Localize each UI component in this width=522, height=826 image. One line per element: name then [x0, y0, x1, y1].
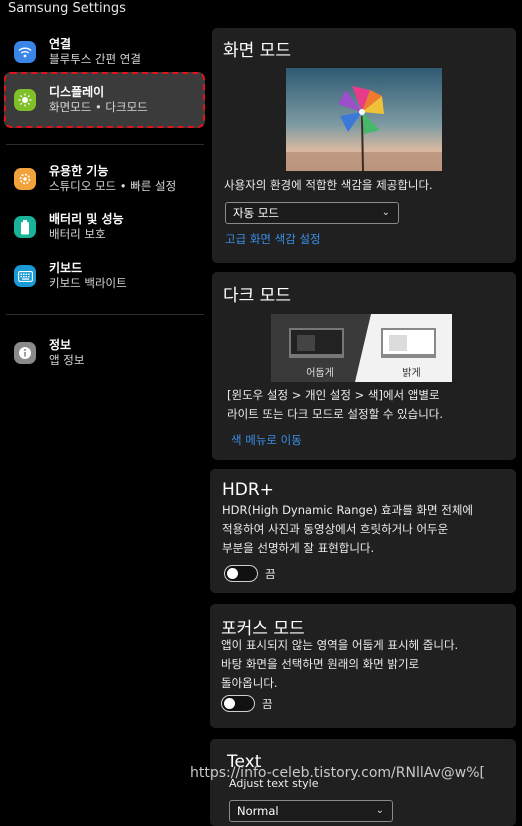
sidebar-item-title: 키보드 [49, 261, 83, 275]
sidebar-item-connection[interactable]: 연결 블루투스 간편 연결 [14, 30, 204, 74]
hdr-description-line3: 부분을 선명하게 잘 표현합니다. [222, 541, 375, 555]
screen-mode-panel: 화면 모드 사용자의 환경에 적합한 색감을 제공합니다. 자동 모드 ⌄ 고급… [212, 28, 516, 263]
screen-mode-title: 화면 모드 [223, 41, 291, 61]
keyboard-icon [14, 265, 36, 287]
screen-mode-description: 사용자의 환경에 적합한 색감을 제공합니다. [224, 178, 433, 192]
sidebar-item-title: 배터리 및 성능 [49, 212, 124, 226]
sidebar-item-subtitle: 앱 정보 [49, 353, 85, 367]
dark-mode-title: 다크 모드 [223, 286, 291, 306]
dark-mode-panel: 다크 모드 어둡게 밝게 [윈도우 설정 > 개인 설정 > 색]에서 앱별로 … [212, 272, 516, 460]
sidebar-item-subtitle: 배터리 보호 [49, 227, 106, 241]
hdr-toggle-state: 끔 [265, 567, 276, 581]
sidebar-item-subtitle: 블루투스 간편 연결 [49, 52, 141, 66]
sidebar-item-display[interactable]: 디스플레이 화면모드 • 다크모드 [14, 78, 204, 122]
light-theme-option[interactable]: 밝게 [355, 314, 452, 382]
dark-mode-description-line1: [윈도우 설정 > 개인 설정 > 색]에서 앱별로 [227, 388, 440, 402]
focus-description-line3: 돌아옵니다. [221, 676, 278, 690]
light-theme-label: 밝게 [402, 368, 421, 379]
sidebar-item-keyboard[interactable]: 키보드 키보드 백라이트 [14, 254, 204, 298]
advanced-color-settings-link[interactable]: 고급 화면 색감 설정 [225, 231, 321, 247]
sidebar-divider [6, 144, 204, 145]
sidebar-item-useful-features[interactable]: 유용한 기능 스튜디오 모드 • 빠른 설정 [14, 157, 204, 201]
wifi-icon [14, 41, 36, 63]
sidebar-item-title: 정보 [49, 338, 72, 352]
screen-mode-preview-image [286, 68, 442, 171]
color-menu-link[interactable]: 색 메뉴로 이동 [231, 432, 302, 448]
sidebar-item-subtitle: 스튜디오 모드 • 빠른 설정 [49, 179, 177, 193]
battery-icon [14, 216, 36, 238]
focus-description-line1: 앱이 표시되지 않는 영역을 어둡게 표시헤 줍니다. [221, 638, 459, 652]
dark-mode-description-line2: 라이트 또는 다크 모드로 설정할 수 있습니다. [227, 407, 444, 421]
dark-theme-option[interactable]: 어둡게 [271, 314, 371, 382]
hdr-description-line1: HDR(High Dynamic Range) 효과를 화면 전체에 [222, 503, 473, 517]
sidebar-item-title: 디스플레이 [49, 85, 105, 99]
focus-mode-toggle[interactable] [221, 695, 255, 712]
hdr-toggle[interactable] [224, 565, 258, 582]
light-laptop-icon [381, 328, 436, 358]
sidebar-item-title: 연결 [49, 37, 72, 51]
dark-theme-label: 어둡게 [306, 368, 334, 379]
hdr-panel: HDR+ HDR(High Dynamic Range) 효과를 화면 전체에 … [210, 469, 516, 593]
display-icon [14, 89, 36, 111]
text-panel: Text Adjust text style Normal ⌄ [210, 739, 516, 826]
sidebar-item-subtitle: 키보드 백라이트 [49, 276, 127, 290]
focus-description-line2: 바탕 화면을 선택하면 원래의 화면 밝기로 [221, 657, 420, 671]
sidebar-item-subtitle: 화면모드 • 다크모드 [49, 100, 148, 114]
hdr-title: HDR+ [222, 480, 274, 500]
dark-laptop-icon [289, 328, 344, 358]
theme-preview: 어둡게 밝게 [271, 314, 452, 382]
screen-mode-select-value: 자동 모드 [233, 206, 279, 220]
text-style-select-value: Normal [237, 804, 279, 818]
info-icon [14, 342, 36, 364]
focus-mode-toggle-state: 끔 [262, 697, 273, 711]
sidebar-divider [6, 314, 204, 315]
watermark-url: https://info-celeb.tistory.com/RNllAv@w%… [190, 765, 485, 781]
app-title: Samsung Settings [8, 1, 126, 16]
gear-badge-icon [14, 168, 36, 190]
focus-mode-panel: 포커스 모드 앱이 표시되지 않는 영역을 어둡게 표시헤 줍니다. 바탕 화면… [210, 604, 516, 728]
sidebar-item-battery[interactable]: 배터리 및 성능 배터리 보호 [14, 205, 204, 249]
hdr-description-line2: 적용하여 사진과 동영상에서 흐릿하거나 어두운 [222, 522, 449, 536]
text-style-select[interactable]: Normal ⌄ [229, 800, 393, 822]
chevron-down-icon: ⌄ [381, 207, 390, 218]
sidebar-item-title: 유용한 기능 [49, 164, 109, 178]
chevron-down-icon: ⌄ [375, 805, 384, 816]
screen-mode-select[interactable]: 자동 모드 ⌄ [225, 202, 399, 224]
sidebar-item-info[interactable]: 정보 앱 정보 [14, 331, 204, 375]
